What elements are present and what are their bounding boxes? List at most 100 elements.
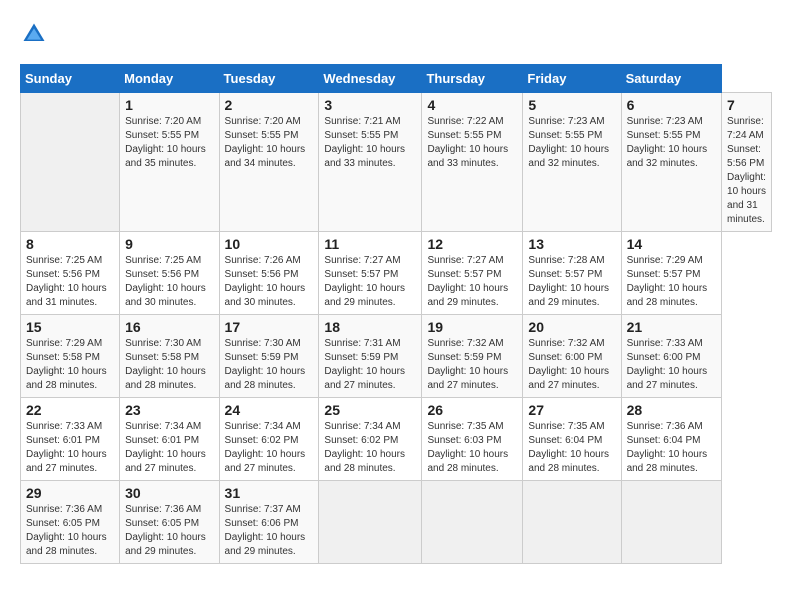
day-number: 20 bbox=[528, 319, 615, 335]
page-header bbox=[20, 20, 772, 48]
day-info: Sunrise: 7:32 AM Sunset: 5:59 PM Dayligh… bbox=[427, 337, 517, 393]
day-number: 24 bbox=[225, 402, 314, 418]
day-number: 28 bbox=[627, 402, 716, 418]
day-number: 5 bbox=[528, 97, 615, 113]
day-number: 31 bbox=[225, 485, 314, 501]
day-number: 22 bbox=[26, 402, 114, 418]
day-number: 21 bbox=[627, 319, 716, 335]
calendar-day-cell: 30 Sunrise: 7:36 AM Sunset: 6:05 PM Dayli… bbox=[120, 481, 219, 564]
calendar-day-cell: 25 Sunrise: 7:34 AM Sunset: 6:02 PM Dayli… bbox=[319, 398, 422, 481]
day-number: 1 bbox=[125, 97, 213, 113]
calendar-day-cell: 26Sunrise: 7:35 AM Sunset: 6:03 PM Dayli… bbox=[422, 398, 523, 481]
calendar-day-cell: 21 Sunrise: 7:33 AM Sunset: 6:00 PM Dayli… bbox=[621, 315, 721, 398]
calendar-empty-cell bbox=[21, 93, 120, 232]
day-number: 16 bbox=[125, 319, 213, 335]
calendar-day-cell: 17 Sunrise: 7:30 AM Sunset: 5:59 PM Dayli… bbox=[219, 315, 319, 398]
day-number: 8 bbox=[26, 236, 114, 252]
calendar-day-cell: 19Sunrise: 7:32 AM Sunset: 5:59 PM Dayli… bbox=[422, 315, 523, 398]
day-info: Sunrise: 7:20 AM Sunset: 5:55 PM Dayligh… bbox=[125, 115, 213, 171]
day-info: Sunrise: 7:34 AM Sunset: 6:01 PM Dayligh… bbox=[125, 420, 213, 476]
logo-icon bbox=[20, 20, 48, 48]
day-number: 9 bbox=[125, 236, 213, 252]
calendar-week-row: 22 Sunrise: 7:33 AM Sunset: 6:01 PM Dayli… bbox=[21, 398, 772, 481]
day-info: Sunrise: 7:25 AM Sunset: 5:56 PM Dayligh… bbox=[26, 254, 114, 310]
day-number: 25 bbox=[324, 402, 416, 418]
day-header-tuesday: Tuesday bbox=[219, 65, 319, 93]
day-info: Sunrise: 7:36 AM Sunset: 6:05 PM Dayligh… bbox=[125, 503, 213, 559]
day-header-sunday: Sunday bbox=[21, 65, 120, 93]
day-number: 6 bbox=[627, 97, 716, 113]
day-info: Sunrise: 7:26 AM Sunset: 5:56 PM Dayligh… bbox=[225, 254, 314, 310]
day-number: 10 bbox=[225, 236, 314, 252]
day-info: Sunrise: 7:27 AM Sunset: 5:57 PM Dayligh… bbox=[427, 254, 517, 310]
calendar-empty-cell bbox=[621, 481, 721, 564]
calendar-empty-cell bbox=[422, 481, 523, 564]
day-header-saturday: Saturday bbox=[621, 65, 721, 93]
calendar-day-cell: 18 Sunrise: 7:31 AM Sunset: 5:59 PM Dayli… bbox=[319, 315, 422, 398]
day-info: Sunrise: 7:21 AM Sunset: 5:55 PM Dayligh… bbox=[324, 115, 416, 171]
calendar-day-cell: 2Sunrise: 7:20 AM Sunset: 5:55 PM Daylig… bbox=[219, 93, 319, 232]
calendar-week-row: 29 Sunrise: 7:36 AM Sunset: 6:05 PM Dayli… bbox=[21, 481, 772, 564]
day-number: 14 bbox=[627, 236, 716, 252]
calendar-day-cell: 22 Sunrise: 7:33 AM Sunset: 6:01 PM Dayli… bbox=[21, 398, 120, 481]
calendar-day-cell: 28 Sunrise: 7:36 AM Sunset: 6:04 PM Dayli… bbox=[621, 398, 721, 481]
day-number: 30 bbox=[125, 485, 213, 501]
day-number: 3 bbox=[324, 97, 416, 113]
day-info: Sunrise: 7:30 AM Sunset: 5:58 PM Dayligh… bbox=[125, 337, 213, 393]
calendar-day-cell: 11 Sunrise: 7:27 AM Sunset: 5:57 PM Dayli… bbox=[319, 232, 422, 315]
day-number: 18 bbox=[324, 319, 416, 335]
day-info: Sunrise: 7:37 AM Sunset: 6:06 PM Dayligh… bbox=[225, 503, 314, 559]
calendar-day-cell: 3 Sunrise: 7:21 AM Sunset: 5:55 PM Daylig… bbox=[319, 93, 422, 232]
calendar-day-cell: 23 Sunrise: 7:34 AM Sunset: 6:01 PM Dayli… bbox=[120, 398, 219, 481]
calendar-day-cell: 16 Sunrise: 7:30 AM Sunset: 5:58 PM Dayli… bbox=[120, 315, 219, 398]
day-info: Sunrise: 7:33 AM Sunset: 6:01 PM Dayligh… bbox=[26, 420, 114, 476]
day-header-friday: Friday bbox=[523, 65, 621, 93]
day-info: Sunrise: 7:24 AM Sunset: 5:56 PM Dayligh… bbox=[727, 115, 766, 227]
day-number: 7 bbox=[727, 97, 766, 113]
calendar-day-cell: 6Sunrise: 7:23 AM Sunset: 5:55 PM Daylig… bbox=[621, 93, 721, 232]
day-header-thursday: Thursday bbox=[422, 65, 523, 93]
calendar-day-cell: 8 Sunrise: 7:25 AM Sunset: 5:56 PM Daylig… bbox=[21, 232, 120, 315]
calendar-day-cell: 7 Sunrise: 7:24 AM Sunset: 5:56 PM Daylig… bbox=[722, 93, 772, 232]
calendar-day-cell: 27Sunrise: 7:35 AM Sunset: 6:04 PM Dayli… bbox=[523, 398, 621, 481]
day-header-wednesday: Wednesday bbox=[319, 65, 422, 93]
day-number: 4 bbox=[427, 97, 517, 113]
day-number: 29 bbox=[26, 485, 114, 501]
calendar-week-row: 8 Sunrise: 7:25 AM Sunset: 5:56 PM Daylig… bbox=[21, 232, 772, 315]
day-info: Sunrise: 7:30 AM Sunset: 5:59 PM Dayligh… bbox=[225, 337, 314, 393]
day-info: Sunrise: 7:34 AM Sunset: 6:02 PM Dayligh… bbox=[324, 420, 416, 476]
day-info: Sunrise: 7:28 AM Sunset: 5:57 PM Dayligh… bbox=[528, 254, 615, 310]
day-info: Sunrise: 7:35 AM Sunset: 6:03 PM Dayligh… bbox=[427, 420, 517, 476]
calendar-day-cell: 12 Sunrise: 7:27 AM Sunset: 5:57 PM Dayli… bbox=[422, 232, 523, 315]
day-info: Sunrise: 7:34 AM Sunset: 6:02 PM Dayligh… bbox=[225, 420, 314, 476]
calendar-table: SundayMondayTuesdayWednesdayThursdayFrid… bbox=[20, 64, 772, 564]
calendar-day-cell: 1 Sunrise: 7:20 AM Sunset: 5:55 PM Daylig… bbox=[120, 93, 219, 232]
calendar-day-cell: 9 Sunrise: 7:25 AM Sunset: 5:56 PM Daylig… bbox=[120, 232, 219, 315]
calendar-day-cell: 24 Sunrise: 7:34 AM Sunset: 6:02 PM Dayli… bbox=[219, 398, 319, 481]
calendar-week-row: 15Sunrise: 7:29 AM Sunset: 5:58 PM Dayli… bbox=[21, 315, 772, 398]
day-info: Sunrise: 7:35 AM Sunset: 6:04 PM Dayligh… bbox=[528, 420, 615, 476]
day-info: Sunrise: 7:31 AM Sunset: 5:59 PM Dayligh… bbox=[324, 337, 416, 393]
calendar-day-cell: 4Sunrise: 7:22 AM Sunset: 5:55 PM Daylig… bbox=[422, 93, 523, 232]
calendar-day-cell: 5 Sunrise: 7:23 AM Sunset: 5:55 PM Daylig… bbox=[523, 93, 621, 232]
day-info: Sunrise: 7:36 AM Sunset: 6:04 PM Dayligh… bbox=[627, 420, 716, 476]
logo bbox=[20, 20, 52, 48]
day-info: Sunrise: 7:23 AM Sunset: 5:55 PM Dayligh… bbox=[528, 115, 615, 171]
day-info: Sunrise: 7:33 AM Sunset: 6:00 PM Dayligh… bbox=[627, 337, 716, 393]
calendar-day-cell: 20Sunrise: 7:32 AM Sunset: 6:00 PM Dayli… bbox=[523, 315, 621, 398]
day-number: 13 bbox=[528, 236, 615, 252]
calendar-day-cell: 14Sunrise: 7:29 AM Sunset: 5:57 PM Dayli… bbox=[621, 232, 721, 315]
day-number: 2 bbox=[225, 97, 314, 113]
day-number: 17 bbox=[225, 319, 314, 335]
calendar-day-cell: 15Sunrise: 7:29 AM Sunset: 5:58 PM Dayli… bbox=[21, 315, 120, 398]
day-info: Sunrise: 7:27 AM Sunset: 5:57 PM Dayligh… bbox=[324, 254, 416, 310]
calendar-empty-cell bbox=[523, 481, 621, 564]
calendar-day-cell: 31 Sunrise: 7:37 AM Sunset: 6:06 PM Dayli… bbox=[219, 481, 319, 564]
day-number: 12 bbox=[427, 236, 517, 252]
day-info: Sunrise: 7:29 AM Sunset: 5:58 PM Dayligh… bbox=[26, 337, 114, 393]
day-info: Sunrise: 7:36 AM Sunset: 6:05 PM Dayligh… bbox=[26, 503, 114, 559]
day-number: 11 bbox=[324, 236, 416, 252]
day-info: Sunrise: 7:25 AM Sunset: 5:56 PM Dayligh… bbox=[125, 254, 213, 310]
calendar-day-cell: 10 Sunrise: 7:26 AM Sunset: 5:56 PM Dayli… bbox=[219, 232, 319, 315]
day-number: 23 bbox=[125, 402, 213, 418]
